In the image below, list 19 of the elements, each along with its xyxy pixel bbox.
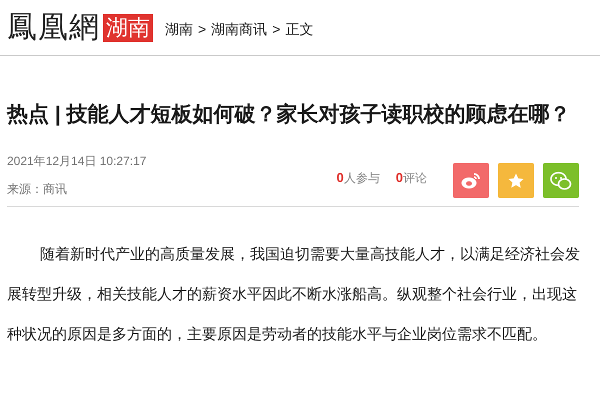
- breadcrumb-separator: >: [198, 20, 206, 39]
- share-button[interactable]: [498, 163, 534, 198]
- weibo-icon: [461, 172, 481, 190]
- breadcrumb-link[interactable]: 湖南: [165, 19, 193, 40]
- breadcrumb-separator: >: [272, 20, 280, 39]
- star-icon: [507, 172, 525, 190]
- comments-count: 0评论: [396, 168, 427, 187]
- article-title: 热点 | 技能人才短板如何破？家长对孩子读职校的顾虑在哪？: [7, 102, 572, 128]
- participants-count: 0人参与: [336, 168, 380, 187]
- wechat-icon: [550, 170, 572, 190]
- article-paragraph: 随着新时代产业的高质量发展，我国迫切需要大量高技能人才，以满足经济社会发展转型升级，相关技能人才的薪资水平因此不断水涨船高。纵观整个社会行业，出现这种状况的原因是多方面的，主要原因是劳动者的技能水平与企业岗位需求不匹配。: [7, 245, 581, 345]
- region-badge: 湖南: [103, 14, 153, 42]
- share-button[interactable]: [453, 163, 489, 198]
- site-logo[interactable]: 鳳凰網: [7, 12, 100, 42]
- source-label: 来源：商讯: [7, 181, 68, 198]
- breadcrumb-link[interactable]: 湖南商讯: [211, 19, 268, 40]
- breadcrumb-link[interactable]: 正文: [285, 19, 314, 40]
- publish-date: 2021年12月14日 10:27:17: [7, 153, 146, 170]
- share-button[interactable]: [543, 163, 579, 198]
